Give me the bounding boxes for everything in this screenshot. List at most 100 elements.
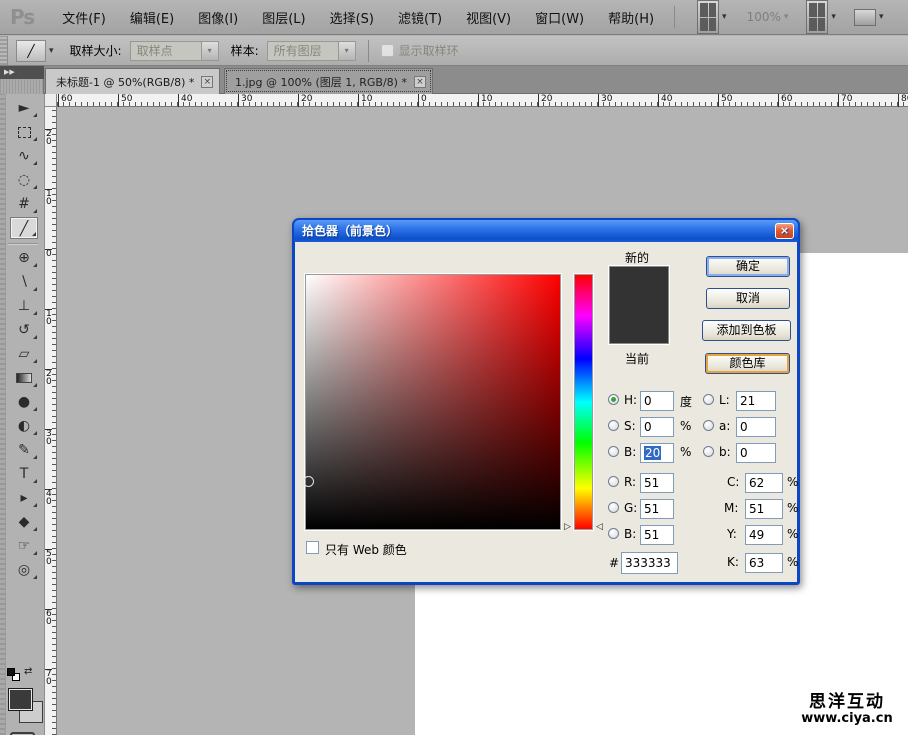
tab-1jpg-close-icon[interactable]: × bbox=[413, 75, 426, 88]
tab-untitled-1-close-icon[interactable]: × bbox=[201, 75, 214, 88]
tab-untitled-1[interactable]: 未标题-1 @ 50%(RGB/8) * × bbox=[45, 68, 221, 94]
lab-b-input[interactable] bbox=[736, 443, 776, 463]
zoom-level-value[interactable]: 100% bbox=[747, 10, 781, 24]
saturation-brightness-field[interactable] bbox=[303, 274, 561, 530]
sample-size-caret-icon[interactable]: ▾ bbox=[200, 41, 218, 60]
menu-edit[interactable]: 编辑(E) bbox=[118, 4, 186, 31]
s-input[interactable] bbox=[640, 417, 674, 437]
h-input[interactable] bbox=[640, 391, 674, 411]
shape-tool[interactable]: ◆ bbox=[10, 511, 38, 533]
brush-tool[interactable]: ∖ bbox=[10, 271, 38, 293]
a-input[interactable] bbox=[736, 417, 776, 437]
hue-slider-left-arrow-icon[interactable]: ▷ bbox=[564, 523, 571, 532]
show-sampling-ring-checkbox[interactable] bbox=[380, 44, 394, 57]
y-input[interactable] bbox=[745, 525, 783, 545]
zoom-dropdown-caret[interactable]: ▾ bbox=[784, 12, 789, 22]
m-input[interactable] bbox=[745, 499, 783, 519]
menu-image[interactable]: 图像(I) bbox=[186, 4, 250, 31]
type-tool[interactable]: T bbox=[10, 463, 38, 485]
quick-selection-tool[interactable]: ◌ bbox=[10, 169, 38, 191]
menu-select[interactable]: 选择(S) bbox=[318, 4, 386, 31]
r-radio[interactable] bbox=[608, 476, 619, 487]
ok-button[interactable]: 确定 bbox=[706, 256, 790, 277]
menu-filter[interactable]: 滤镜(T) bbox=[386, 4, 454, 31]
color-field-marker[interactable] bbox=[303, 476, 314, 487]
menu-file[interactable]: 文件(F) bbox=[50, 4, 118, 31]
crop-tool[interactable]: # bbox=[10, 193, 38, 215]
lab-b-radio[interactable] bbox=[703, 446, 714, 457]
dialog-close-icon[interactable]: × bbox=[775, 223, 794, 239]
sample-size-dropdown[interactable]: 取样点 ▾ bbox=[129, 40, 219, 61]
toolbox-grip[interactable] bbox=[0, 79, 44, 94]
sample-dropdown[interactable]: 所有图层 ▾ bbox=[266, 40, 356, 61]
eraser-tool[interactable]: ▱ bbox=[10, 343, 38, 365]
hand-tool[interactable]: ☞ bbox=[10, 535, 38, 557]
tool-preset-caret[interactable]: ▾ bbox=[49, 46, 54, 56]
launch-bridge-icon[interactable] bbox=[697, 0, 720, 34]
hue-slider-right-arrow-icon[interactable]: ◁ bbox=[596, 523, 603, 532]
bridge-dropdown-caret[interactable]: ▾ bbox=[722, 12, 727, 22]
cancel-button[interactable]: 取消 bbox=[706, 288, 790, 309]
path-selection-tool[interactable]: ▸ bbox=[10, 487, 38, 509]
k-input[interactable] bbox=[745, 553, 783, 573]
menu-help[interactable]: 帮助(H) bbox=[596, 4, 666, 31]
h-radio[interactable] bbox=[608, 394, 619, 405]
b-input[interactable]: 20 bbox=[640, 443, 674, 463]
tab-1jpg[interactable]: 1.jpg @ 100% (图层 1, RGB/8) * × bbox=[224, 68, 433, 94]
g-radio[interactable] bbox=[608, 502, 619, 513]
clone-stamp-tool[interactable]: ⊥ bbox=[10, 295, 38, 317]
a-radio[interactable] bbox=[703, 420, 714, 431]
pen-tool[interactable]: ✎ bbox=[10, 439, 38, 461]
dodge-tool[interactable]: ◐ bbox=[10, 415, 38, 437]
dialog-title-bar[interactable]: 拾色器（前景色） × bbox=[294, 220, 798, 242]
toolbox-collapse-chevrons-icon[interactable]: ▶▶ bbox=[0, 66, 44, 79]
g-label: G: bbox=[624, 501, 638, 515]
spot-healing-brush-tool[interactable]: ⊕ bbox=[10, 247, 38, 269]
gradient-tool[interactable] bbox=[10, 367, 38, 389]
c-input[interactable] bbox=[745, 473, 783, 493]
only-web-colors-checkbox[interactable] bbox=[306, 541, 319, 554]
color-libraries-button[interactable]: 颜色库 bbox=[705, 353, 790, 374]
a-label: a: bbox=[719, 419, 731, 433]
panel-edge-grip[interactable] bbox=[0, 94, 6, 735]
add-to-swatches-button[interactable]: 添加到色板 bbox=[702, 320, 791, 341]
blur-tool[interactable]: ● bbox=[10, 391, 38, 413]
ruler-label: 50 bbox=[118, 94, 132, 107]
sample-caret-icon[interactable]: ▾ bbox=[337, 41, 355, 60]
lasso-tool[interactable]: ∿ bbox=[10, 145, 38, 167]
hex-input[interactable] bbox=[621, 552, 678, 574]
hue-slider[interactable] bbox=[574, 274, 593, 530]
vertical-ruler[interactable]: 20 10 0 10 20 30 40 50 60 70 bbox=[45, 107, 57, 735]
rectangular-marquee-tool[interactable] bbox=[10, 121, 38, 143]
screen-mode-caret[interactable]: ▾ bbox=[879, 12, 884, 22]
history-brush-tool[interactable]: ↺ bbox=[10, 319, 38, 341]
l-radio[interactable] bbox=[703, 394, 714, 405]
arrange-documents-icon[interactable] bbox=[806, 0, 829, 34]
gradient-icon bbox=[16, 373, 32, 383]
move-tool[interactable]: ► bbox=[10, 97, 38, 119]
s-radio[interactable] bbox=[608, 420, 619, 431]
dialog-title: 拾色器（前景色） bbox=[302, 224, 399, 238]
g-input[interactable] bbox=[640, 499, 674, 519]
r-input[interactable] bbox=[640, 473, 674, 493]
l-input[interactable] bbox=[736, 391, 776, 411]
rgb-b-input[interactable] bbox=[640, 525, 674, 545]
menu-window[interactable]: 窗口(W) bbox=[523, 4, 596, 31]
foreground-color-swatch[interactable] bbox=[8, 688, 33, 711]
s-label: S: bbox=[624, 419, 636, 433]
menu-layer[interactable]: 图层(L) bbox=[250, 4, 317, 31]
zoom-tool[interactable]: ◎ bbox=[10, 559, 38, 581]
default-colors-icon[interactable] bbox=[7, 668, 21, 681]
eyedropper-tool[interactable]: ╱ bbox=[10, 217, 38, 239]
screen-mode-icon[interactable] bbox=[853, 8, 876, 26]
lab-b-label: b: bbox=[719, 445, 731, 459]
horizontal-ruler[interactable]: 60 50 40 30 20 10 0 10 20 30 40 50 60 70… bbox=[57, 94, 908, 107]
b-radio[interactable] bbox=[608, 446, 619, 457]
swap-colors-icon[interactable]: ⇄ bbox=[24, 666, 32, 677]
y-unit: % bbox=[787, 527, 799, 541]
options-bar-grip[interactable] bbox=[0, 36, 8, 65]
menu-view[interactable]: 视图(V) bbox=[454, 4, 523, 31]
eyedropper-tool-preset-icon[interactable]: ╱ bbox=[16, 39, 46, 62]
rgb-b-radio[interactable] bbox=[608, 528, 619, 539]
arrange-dropdown-caret[interactable]: ▾ bbox=[831, 12, 836, 22]
